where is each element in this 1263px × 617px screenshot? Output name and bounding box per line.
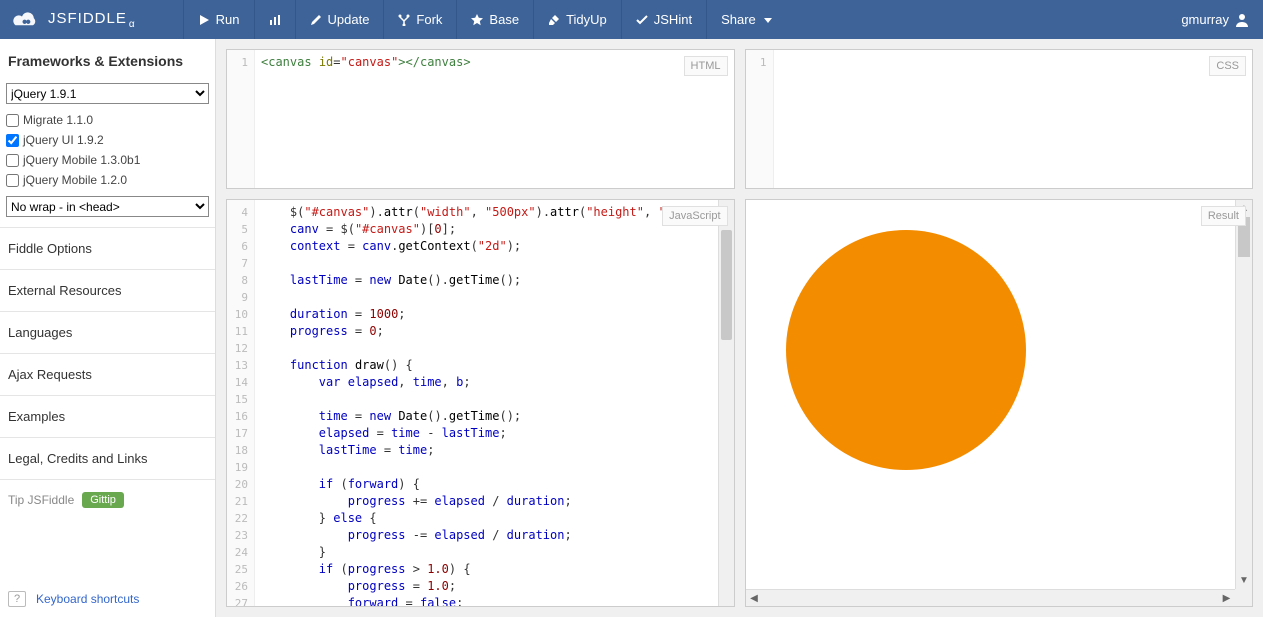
update-button[interactable]: Update	[295, 0, 384, 39]
sidebar-link-legal-credits-and-links[interactable]: Legal, Credits and Links	[0, 438, 215, 480]
js-code[interactable]: $("#canvas").attr("width", "500px").attr…	[255, 200, 734, 606]
tidy-button[interactable]: TidyUp	[533, 0, 621, 39]
brand-name: JSFIDDLE	[48, 10, 127, 27]
bars-icon	[269, 14, 281, 26]
result-circle	[786, 230, 1026, 470]
js-scrollbar[interactable]	[718, 200, 734, 606]
framework-check-0[interactable]: Migrate 1.1.0	[6, 110, 209, 130]
framework-check-label: jQuery UI 1.9.2	[23, 133, 104, 147]
framework-check-2[interactable]: jQuery Mobile 1.3.0b1	[6, 150, 209, 170]
brand-alpha: α	[129, 19, 136, 30]
share-label: Share	[721, 12, 756, 27]
gittip-button[interactable]: Gittip	[82, 492, 124, 508]
jshint-button[interactable]: JSHint	[621, 0, 706, 39]
sidebar-link-external-resources[interactable]: External Resources	[0, 270, 215, 312]
logo[interactable]: JSFIDDLEα	[0, 0, 148, 39]
stats-button[interactable]	[254, 0, 295, 39]
framework-checkbox-3[interactable]	[6, 174, 19, 187]
html-pane[interactable]: HTML 1 <canvas id="canvas"></canvas>	[226, 49, 735, 189]
user-icon	[1235, 13, 1249, 27]
framework-checkbox-1[interactable]	[6, 134, 19, 147]
css-gutter: 1	[746, 50, 774, 188]
sidebar-link-fiddle-options[interactable]: Fiddle Options	[0, 228, 215, 270]
framework-check-label: jQuery Mobile 1.3.0b1	[23, 153, 140, 167]
jshint-label: JSHint	[654, 12, 692, 27]
html-code[interactable]: <canvas id="canvas"></canvas>	[255, 50, 734, 188]
top-toolbar: JSFIDDLEα Run Update Fork Base TidyUp JS	[0, 0, 1263, 39]
cloud-icon	[12, 9, 40, 31]
editor-grid: HTML 1 <canvas id="canvas"></canvas> CSS…	[216, 39, 1263, 617]
framework-select[interactable]: jQuery 1.9.1	[6, 83, 209, 104]
result-hscroll[interactable]: ◀▶	[746, 589, 1236, 606]
js-gutter: 4 5 6 7 8 9 10 11 12 13 14 15 16 17 18 1…	[227, 200, 255, 606]
help-icon[interactable]: ?	[8, 591, 26, 607]
pencil-icon	[310, 14, 322, 26]
broom-icon	[548, 14, 560, 26]
run-button[interactable]: Run	[183, 0, 254, 39]
tidy-label: TidyUp	[566, 12, 607, 27]
css-pane[interactable]: CSS 1	[745, 49, 1254, 189]
css-pane-label: CSS	[1209, 56, 1246, 76]
user-name: gmurray	[1181, 12, 1229, 27]
html-gutter: 1	[227, 50, 255, 188]
sidebar-title: Frameworks & Extensions	[0, 39, 215, 79]
base-button[interactable]: Base	[456, 0, 533, 39]
base-label: Base	[489, 12, 519, 27]
sidebar-link-ajax-requests[interactable]: Ajax Requests	[0, 354, 215, 396]
result-vscroll[interactable]: ▲▼	[1235, 200, 1252, 589]
run-label: Run	[216, 12, 240, 27]
framework-check-1[interactable]: jQuery UI 1.9.2	[6, 130, 209, 150]
user-menu[interactable]: gmurray	[1167, 0, 1263, 39]
css-code[interactable]	[774, 50, 1253, 188]
result-pane-label: Result	[1201, 206, 1246, 226]
sidebar: Frameworks & Extensions jQuery 1.9.1 Mig…	[0, 39, 216, 617]
share-button[interactable]: Share	[706, 0, 788, 39]
play-icon	[198, 14, 210, 26]
fork-label: Fork	[416, 12, 442, 27]
result-pane: Result ▲▼ ◀▶	[745, 199, 1254, 607]
sidebar-link-languages[interactable]: Languages	[0, 312, 215, 354]
fork-icon	[398, 14, 410, 26]
sidebar-link-examples[interactable]: Examples	[0, 396, 215, 438]
caret-down-icon	[762, 14, 774, 26]
html-pane-label: HTML	[684, 56, 728, 76]
js-pane-label: JavaScript	[662, 206, 727, 226]
framework-checkbox-0[interactable]	[6, 114, 19, 127]
framework-check-label: jQuery Mobile 1.2.0	[23, 173, 127, 187]
fork-button[interactable]: Fork	[383, 0, 456, 39]
update-label: Update	[328, 12, 370, 27]
keyboard-shortcuts-link[interactable]: Keyboard shortcuts	[36, 592, 139, 606]
framework-checkbox-2[interactable]	[6, 154, 19, 167]
framework-check-3[interactable]: jQuery Mobile 1.2.0	[6, 170, 209, 190]
check-icon	[636, 14, 648, 26]
tip-label: Tip JSFiddle	[8, 493, 74, 507]
framework-check-label: Migrate 1.1.0	[23, 113, 93, 127]
js-pane[interactable]: JavaScript 4 5 6 7 8 9 10 11 12 13 14 15…	[226, 199, 735, 607]
star-icon	[471, 14, 483, 26]
wrap-select[interactable]: No wrap - in <head>	[6, 196, 209, 217]
